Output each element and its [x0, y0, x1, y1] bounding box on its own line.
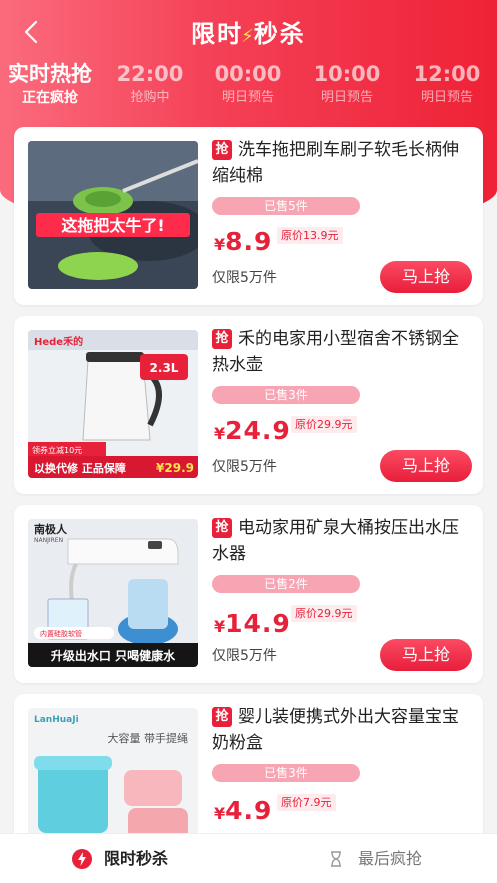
buy-now-button[interactable]: 马上抢: [380, 639, 472, 671]
product-name: 抢禾的电家用小型宿舍不锈钢全热水壶: [212, 326, 474, 378]
image-price: ¥29.9: [156, 461, 194, 475]
price: ¥24.9: [214, 416, 291, 445]
currency-symbol: ¥: [214, 804, 226, 823]
price-value: 14.9: [225, 609, 291, 638]
time-slot-realtime[interactable]: 实时热抢 正在疯抢: [0, 60, 100, 108]
price-value: 4.9: [225, 796, 273, 825]
time-slot-0000[interactable]: 00:00 明日预告: [203, 60, 293, 108]
slot-time: 12:00: [413, 62, 481, 86]
stock-limit: 仅限5万件: [212, 270, 277, 286]
stock-limit: 仅限5万件: [212, 648, 277, 664]
tab-last-rush[interactable]: 最后疯抢: [326, 834, 422, 883]
title-left: 限时: [191, 20, 244, 48]
image-brand: LanHuaJi: [34, 715, 79, 725]
sold-count: 已售2件: [212, 575, 360, 593]
currency-symbol: ¥: [214, 235, 226, 254]
image-caption: 以换代修 正品保障: [34, 461, 126, 475]
product-name-text: 电动家用矿泉大桶按压出水压水器: [212, 518, 459, 564]
qiang-badge: 抢: [212, 140, 232, 160]
price-value: 8.9: [225, 227, 273, 256]
slot-status: 明日预告: [221, 90, 274, 105]
currency-symbol: ¥: [214, 424, 226, 443]
image-brand: Hede禾的: [34, 335, 83, 348]
time-slot-1200[interactable]: 12:00 明日预告: [402, 60, 492, 108]
original-price: 原价29.9元: [291, 605, 357, 622]
tab-label: 限时秒杀: [104, 849, 169, 868]
time-slot-1000[interactable]: 10:00 明日预告: [302, 60, 392, 108]
time-slot-2200[interactable]: 22:00 抢购中: [105, 60, 195, 108]
image-size-label: 2.3L: [150, 361, 179, 375]
price: ¥14.9: [214, 609, 291, 638]
slot-status: 正在疯抢: [22, 90, 78, 106]
title-right: 秒杀: [253, 20, 306, 48]
hourglass-icon: [331, 851, 341, 867]
currency-symbol: ¥: [214, 617, 226, 636]
product-name-text: 禾的电家用小型宿舍不锈钢全热水壶: [212, 329, 459, 375]
slot-time: 00:00: [214, 62, 282, 86]
image-brand: 南极人: [34, 522, 68, 536]
image-coupon: 领券立减10元: [32, 445, 82, 455]
slot-status: 抢购中: [130, 90, 170, 105]
product-image[interactable]: Hede禾的 2.3L 领券立减10元 以换代修 正品保障 ¥29.9: [28, 330, 198, 478]
product-card[interactable]: 这拖把太牛了! 抢洗车拖把刷车刷子软毛长柄伸缩纯棉 已售5件 ¥8.9 原价13…: [14, 127, 483, 305]
slot-time: 实时热抢: [8, 62, 92, 86]
slot-status: 明日预告: [420, 90, 473, 105]
image-brand-sub: NANJIREN: [34, 537, 63, 544]
product-image[interactable]: 南极人 NANJIREN 内置硅胶软管 升级出水口 只喝健康水: [28, 519, 198, 667]
product-image[interactable]: 这拖把太牛了!: [28, 141, 198, 289]
slot-time: 22:00: [116, 62, 184, 86]
price-value: 24.9: [225, 416, 291, 445]
qiang-badge: 抢: [212, 518, 232, 538]
sold-count: 已售3件: [212, 386, 360, 404]
image-note: 内置硅胶软管: [40, 629, 82, 638]
qiang-badge: 抢: [212, 329, 232, 349]
image-caption: 升级出水口 只喝健康水: [51, 648, 176, 663]
sold-count: 已售5件: [212, 197, 360, 215]
original-price: 原价29.9元: [291, 416, 357, 433]
product-name: 抢洗车拖把刷车刷子软毛长柄伸缩纯棉: [212, 137, 474, 189]
lightning-icon: [72, 849, 92, 869]
product-name-text: 婴儿装便携式外出大容量宝宝奶粉盒: [212, 707, 459, 753]
product-card[interactable]: Hede禾的 2.3L 领券立减10元 以换代修 正品保障 ¥29.9 抢禾的电…: [14, 316, 483, 494]
image-caption: 大容量 带手提绳: [108, 731, 189, 745]
tab-label: 最后疯抢: [358, 849, 423, 868]
sold-count: 已售3件: [212, 764, 360, 782]
original-price: 原价13.9元: [277, 227, 343, 244]
buy-now-button[interactable]: 马上抢: [380, 261, 472, 293]
time-slot-bar: 实时热抢 正在疯抢 22:00 抢购中 00:00 明日预告 10:00 明日预…: [0, 60, 497, 116]
qiang-badge: 抢: [212, 707, 232, 727]
slot-time: 10:00: [313, 62, 381, 86]
stock-limit: 仅限5万件: [212, 459, 277, 475]
buy-now-button[interactable]: 马上抢: [380, 450, 472, 482]
product-name: 抢电动家用矿泉大桶按压出水压水器: [212, 515, 474, 567]
price: ¥4.9: [214, 796, 272, 825]
product-name: 抢婴儿装便携式外出大容量宝宝奶粉盒: [212, 704, 474, 756]
product-card[interactable]: 南极人 NANJIREN 内置硅胶软管 升级出水口 只喝健康水 抢电动家用矿泉大…: [14, 505, 483, 683]
product-name-text: 洗车拖把刷车刷子软毛长柄伸缩纯棉: [212, 140, 459, 186]
bottom-tab-bar: 限时秒杀 最后疯抢: [0, 833, 497, 883]
price: ¥8.9: [214, 227, 272, 256]
page-title: 限时⚡秒杀: [0, 14, 497, 49]
original-price: 原价7.9元: [277, 794, 336, 811]
slot-status: 明日预告: [320, 90, 373, 105]
tab-flash-sale[interactable]: 限时秒杀: [72, 834, 168, 883]
image-caption: 这拖把太牛了!: [61, 216, 164, 235]
